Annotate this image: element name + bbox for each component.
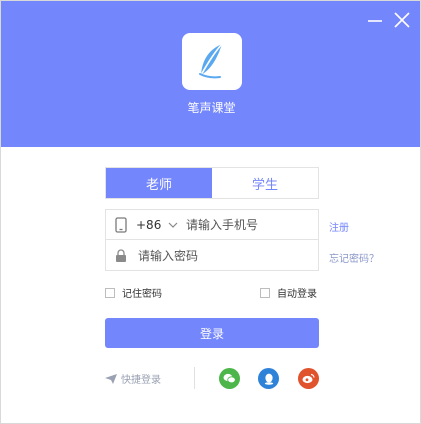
phone-input[interactable] <box>186 210 304 239</box>
wechat-icon[interactable] <box>219 368 240 389</box>
chevron-down-icon[interactable] <box>166 210 180 240</box>
divider <box>194 367 195 389</box>
close-icon[interactable] <box>391 9 413 31</box>
password-input[interactable] <box>138 242 308 270</box>
feather-pen-icon <box>199 42 223 78</box>
paper-plane-icon <box>105 373 117 384</box>
auto-login-label: 自动登录 <box>277 289 317 300</box>
tab-student[interactable]: 学生 <box>212 168 318 198</box>
lock-icon <box>106 241 136 271</box>
phone-icon <box>106 210 136 240</box>
minimize-icon[interactable] <box>364 9 386 31</box>
forgot-password-link[interactable]: 忘记密码？ <box>329 250 379 265</box>
remember-password-checkbox[interactable]: 记住密码 <box>105 285 162 300</box>
role-tabs: 老师 学生 <box>105 167 319 199</box>
remember-password-label: 记住密码 <box>122 289 162 300</box>
qq-icon[interactable] <box>258 368 279 389</box>
login-window: 笔声课堂 老师 学生 +86 注册 忘记密码？ 记住密码 自动登录 <box>0 0 421 424</box>
tab-teacher[interactable]: 老师 <box>106 168 212 198</box>
phone-row: +86 <box>106 210 318 240</box>
app-name: 笔声课堂 <box>187 101 236 115</box>
quick-login-label: 快捷登录 <box>121 375 161 386</box>
country-code[interactable]: +86 <box>136 218 166 232</box>
checkbox-box[interactable] <box>260 287 270 298</box>
weibo-icon[interactable] <box>298 368 319 389</box>
register-link[interactable]: 注册 <box>329 219 349 234</box>
auto-login-checkbox[interactable]: 自动登录 <box>260 285 317 300</box>
quick-login-link[interactable]: 快捷登录 <box>105 371 161 386</box>
login-button[interactable]: 登录 <box>105 318 319 348</box>
password-row <box>106 241 318 271</box>
app-logo <box>182 33 242 90</box>
login-form: +86 <box>105 209 319 271</box>
checkbox-box[interactable] <box>105 287 115 298</box>
header-banner: 笔声课堂 <box>1 1 420 147</box>
